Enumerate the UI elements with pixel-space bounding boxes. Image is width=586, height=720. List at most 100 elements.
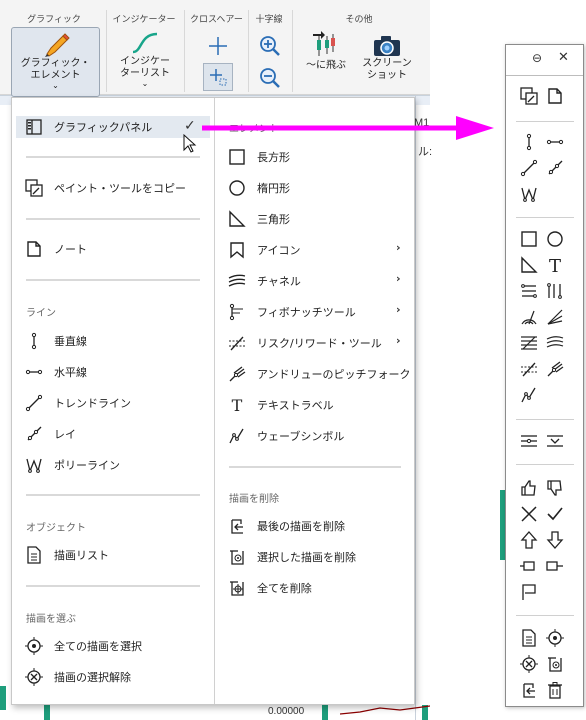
note-icon[interactable] [544,85,566,107]
ray-icon[interactable] [544,157,566,179]
price-range-down-icon[interactable] [544,430,566,452]
wave-symbol-icon[interactable] [518,384,540,406]
menu-item-horizontal-line-label: 水平線 [54,366,87,379]
bookmark-icon [227,240,247,260]
menu-item-polyline-label: ポリーライン [54,459,120,472]
section-delete: 描画を削除 [229,494,279,505]
minimize-icon[interactable]: ⊖ [532,51,542,65]
menu-item-channel[interactable]: チャネル [227,270,301,292]
menu-item-delete-last[interactable]: 最後の描画を削除 [227,515,345,537]
panel-titlebar[interactable]: ⊖ ✕ [506,45,583,73]
pitchfork-icon[interactable] [544,358,566,380]
menu-item-vertical-line[interactable]: 垂直線 [24,330,87,352]
chart-candle [0,686,6,710]
triangle-icon [227,209,247,229]
zoom-in-icon [259,35,281,57]
left-price-label-icon[interactable] [518,555,540,577]
menu-item-text-label[interactable]: T テキストラベル [227,394,334,416]
screenshot-button[interactable]: スクリーン ショット [360,34,414,92]
trash-icon[interactable] [544,679,566,701]
zoom-out-button[interactable] [255,64,285,92]
menu-item-text-label-label: テキストラベル [257,399,334,412]
menu-item-horizontal-line[interactable]: 水平線 [24,361,87,383]
delete-last-icon[interactable] [518,679,540,701]
menu-item-rectangle[interactable]: 長方形 [227,146,290,168]
goto-button[interactable]: 〜に飛ぶ [300,30,352,90]
group-title-crosshair: クロスヘアー [190,15,243,25]
menu-item-drawing-list[interactable]: 描画リスト [24,544,109,566]
rectangle-icon[interactable] [518,228,540,250]
menu-item-icon-label: アイコン [257,244,301,257]
panel-icon [24,117,44,137]
ribbon-separator [106,10,107,92]
menu-item-wave-symbol[interactable]: ウェーブシンボル [227,425,344,447]
zoom-in-button[interactable] [255,32,285,60]
triangle-icon[interactable] [518,254,540,276]
chart-divider [415,95,416,720]
menu-item-select-all[interactable]: 全ての描画を選択 [24,635,142,657]
screenshot-label-2: ショット [367,70,407,81]
right-price-label-icon[interactable] [544,555,566,577]
menu-item-triangle[interactable]: 三角形 [227,208,290,230]
arrow-up-icon[interactable] [518,529,540,551]
fibonacci-retracement-icon[interactable] [518,332,540,354]
menu-item-ray[interactable]: レイ [24,423,76,445]
camera-icon [372,34,402,58]
menu-item-icon[interactable]: アイコン [227,239,300,261]
menu-item-delete-all[interactable]: 全てを削除 [227,577,312,599]
menu-item-trend-line[interactable]: トレンドライン [24,392,131,414]
indicator-list-button[interactable]: インジケー ターリスト ⌄ [114,28,176,94]
deselect-target-icon [24,667,44,687]
crosshair-dotted-button[interactable] [203,63,233,91]
text-icon[interactable]: T [544,254,566,276]
menu-item-deselect-label: 描画の選択解除 [54,671,131,684]
copy-paint-icon[interactable] [518,85,540,107]
menu-item-copy-paint-tool-label: ペイント・ツールをコピー [54,182,186,195]
menu-separator [26,218,200,220]
menu-item-risk-reward[interactable]: リスク/リワード・ツール [227,332,382,354]
document-list-icon[interactable] [518,627,540,649]
submenu-arrow-icon: › [396,334,401,347]
fibonacci-arc-icon[interactable] [518,306,540,328]
fibonacci-fan-icon[interactable] [544,306,566,328]
cross-mark-icon[interactable] [518,503,540,525]
thumbs-down-icon[interactable] [544,477,566,499]
menu-item-polyline[interactable]: ポリーライン [24,454,120,476]
ellipse-icon[interactable] [544,228,566,250]
fibonacci-time-icon[interactable] [544,280,566,302]
target-icon [24,636,44,656]
menu-item-fibonacci[interactable]: フィボナッチツール [227,301,356,323]
menu-item-graphic-panel[interactable]: グラフィックパネル [16,116,210,138]
submenu-arrow-icon: › [396,241,401,254]
chart-price-label: 0.00000 [268,706,305,717]
menu-item-ellipse[interactable]: 楕円形 [227,177,290,199]
pitchfork-icon [227,364,247,384]
check-mark-icon[interactable] [544,503,566,525]
flag-icon[interactable] [518,581,540,603]
vertical-line-icon[interactable] [518,131,540,153]
thumbs-up-icon[interactable] [518,477,540,499]
channel-equidistant-icon[interactable] [518,280,540,302]
menu-item-delete-selected[interactable]: 選択した描画を削除 [227,546,356,568]
target-icon[interactable] [544,627,566,649]
trend-line-icon[interactable] [518,157,540,179]
menu-item-copy-paint-tool[interactable]: ペイント・ツールをコピー [24,177,186,199]
polyline-icon[interactable] [518,183,540,205]
menu-item-trend-line-label: トレンドライン [54,397,131,410]
section-select: 描画を選ぶ [26,614,76,625]
arrow-down-icon[interactable] [544,529,566,551]
risk-reward-icon[interactable] [518,358,540,380]
menu-item-andrews-pitchfork[interactable]: アンドリューのピッチフォーク [227,363,411,385]
fibonacci-expansion-icon[interactable] [544,332,566,354]
menu-item-deselect[interactable]: 描画の選択解除 [24,666,131,688]
close-icon[interactable]: ✕ [558,50,569,65]
sigmoid-curve-icon [130,30,160,56]
menu-item-note[interactable]: ノート [24,238,87,260]
horizontal-line-icon[interactable] [544,131,566,153]
crosshair-button[interactable] [203,32,233,60]
delete-selected-icon[interactable] [544,653,566,675]
graphic-elements-button[interactable]: グラフィック・ エレメント ⌄ [11,27,100,97]
menu-item-delete-selected-label: 選択した描画を削除 [257,551,356,564]
deselect-target-icon[interactable] [518,653,540,675]
price-range-up-icon[interactable] [518,430,540,452]
